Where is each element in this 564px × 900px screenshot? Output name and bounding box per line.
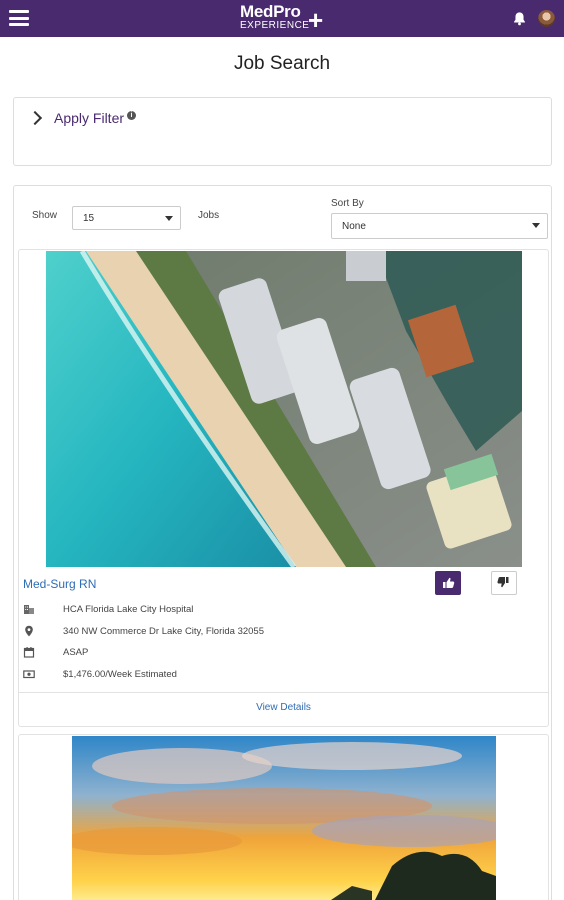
facility-address: 340 NW Commerce Dr Lake City, Florida 32…: [63, 625, 264, 637]
logo-plus: +: [308, 5, 324, 35]
job-title-link[interactable]: Med-Surg RN: [23, 577, 96, 591]
caret-down-icon: [165, 216, 173, 221]
sort-by-select[interactable]: None: [331, 213, 548, 239]
thumbs-down-icon: [497, 577, 509, 588]
sort-by-value: None: [342, 221, 366, 232]
address-row: 340 NW Commerce Dr Lake City, Florida 32…: [23, 624, 264, 638]
building-icon: [24, 605, 34, 614]
apply-filter-label: Apply Filter: [54, 110, 125, 126]
pay-estimate: $1,476.00/Week Estimated: [63, 668, 177, 680]
avatar[interactable]: [538, 10, 555, 27]
page-title: Job Search: [233, 53, 331, 74]
start-date: ASAP: [63, 646, 89, 658]
job-card: Med-Surg RN HCA Florida Lake City Hospit…: [18, 249, 549, 727]
menu-icon[interactable]: [9, 10, 29, 26]
medpro-logo[interactable]: MedPro EXPERIENCE +: [240, 2, 323, 33]
start-row: ASAP: [23, 645, 88, 659]
info-icon[interactable]: i: [127, 110, 137, 120]
chevron-right-icon: [27, 110, 43, 126]
apply-filter-toggle[interactable]: Apply Filter i: [27, 110, 137, 126]
job-image-aerial-beach: [46, 251, 522, 567]
job-card: [18, 734, 549, 900]
money-icon: [23, 670, 35, 679]
divider: [19, 692, 548, 693]
pay-row: $1,476.00/Week Estimated: [23, 667, 177, 681]
caret-down-icon: [532, 223, 540, 228]
facility-name: HCA Florida Lake City Hospital: [63, 603, 194, 615]
thumbs-up-icon: [443, 577, 455, 588]
thumbs-down-button[interactable]: [491, 571, 517, 595]
results-panel: Show 15 Jobs Sort By None Med-Surg RN HC…: [13, 185, 552, 900]
logo-sub-text: EXPERIENCE: [240, 20, 310, 31]
jobs-label: Jobs: [198, 210, 220, 221]
filter-panel: Apply Filter i: [13, 97, 552, 166]
thumbs-up-button[interactable]: [435, 571, 461, 595]
show-count-select[interactable]: 15: [72, 206, 181, 230]
top-app-bar: MedPro EXPERIENCE +: [0, 0, 564, 37]
view-details-link[interactable]: View Details: [19, 702, 548, 713]
logo-main-text: MedPro: [240, 2, 301, 21]
sort-by-label: Sort By: [331, 198, 364, 209]
job-image-sunset: [72, 736, 496, 900]
bell-icon[interactable]: [512, 11, 527, 26]
show-label: Show: [32, 210, 58, 221]
facility-row: HCA Florida Lake City Hospital: [23, 602, 193, 616]
calendar-icon: [23, 647, 35, 658]
show-count-value: 15: [83, 213, 95, 224]
location-pin-icon: [25, 625, 33, 637]
